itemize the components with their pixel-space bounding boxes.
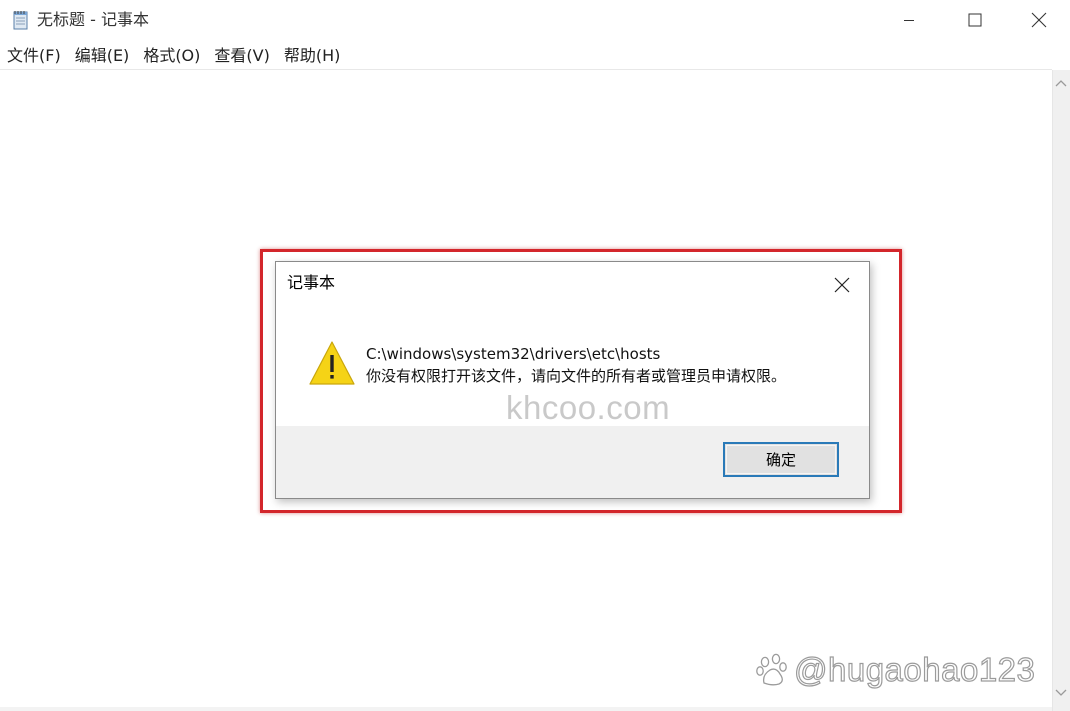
close-icon <box>1031 12 1047 28</box>
dialog-close-button[interactable] <box>824 270 860 300</box>
menu-help[interactable]: 帮助(H) <box>277 43 348 69</box>
close-button[interactable] <box>1008 0 1070 40</box>
window-title: 无标题 - 记事本 <box>37 10 149 29</box>
menu-edit[interactable]: 编辑(E) <box>68 43 137 69</box>
menu-bar: 文件(F) 编辑(E) 格式(O) 查看(V) 帮助(H) <box>0 42 1070 70</box>
maximize-icon <box>968 13 982 27</box>
warning-icon <box>309 341 355 385</box>
maximize-button[interactable] <box>942 0 1008 40</box>
menu-format[interactable]: 格式(O) <box>136 43 207 69</box>
title-bar: 无标题 - 记事本 <box>0 0 1070 40</box>
menu-file[interactable]: 文件(F) <box>0 43 68 69</box>
error-message: 你没有权限打开该文件，请向文件的所有者或管理员申请权限。 <box>366 367 787 385</box>
scroll-down-icon[interactable] <box>1055 688 1067 698</box>
minimize-icon <box>904 20 914 21</box>
menu-view[interactable]: 查看(V) <box>207 43 276 69</box>
close-icon <box>834 277 850 293</box>
editor-bottom-edge <box>0 707 1052 711</box>
corner-watermark: @hugaohao123 <box>756 650 1035 690</box>
vertical-scrollbar[interactable] <box>1052 70 1070 711</box>
dialog-title: 记事本 <box>287 273 336 292</box>
error-dialog: 记事本 C:\windows\system32\drivers\etc\host… <box>275 261 870 499</box>
minimize-button[interactable] <box>876 0 942 40</box>
scroll-up-icon[interactable] <box>1055 78 1067 88</box>
site-watermark: khcoo.com <box>506 389 671 426</box>
file-path-text: C:\windows\system32\drivers\etc\hosts <box>366 345 661 363</box>
ok-button-label: 确定 <box>765 451 796 469</box>
notepad-icon[interactable] <box>12 10 30 30</box>
ok-button[interactable]: 确定 <box>723 442 839 477</box>
baidu-paw-icon <box>756 653 787 686</box>
author-watermark: @hugaohao123 <box>793 650 1036 688</box>
